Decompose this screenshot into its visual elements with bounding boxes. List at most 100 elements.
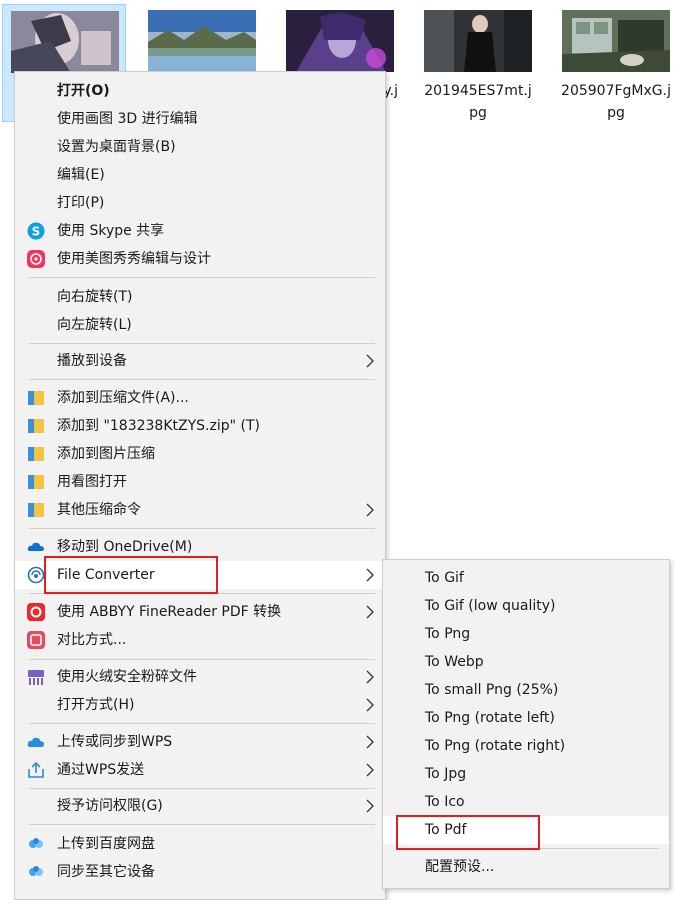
- menu-separator: [29, 659, 375, 660]
- menu-label: 向左旋转(L): [57, 317, 132, 333]
- submenu-label: To Png: [425, 626, 471, 642]
- menu-label: 添加到 "183238KtZYS.zip" (T): [57, 418, 260, 434]
- menu-separator: [29, 528, 375, 529]
- menu-item-open[interactable]: 打开(O): [15, 77, 385, 105]
- menu-label: 用看图打开: [57, 474, 127, 490]
- highlight-box-file-converter: [44, 556, 218, 594]
- menu-label: 使用画图 3D 进行编辑: [57, 111, 198, 127]
- menu-separator: [29, 824, 375, 825]
- menu-item-set-wallpaper[interactable]: 设置为桌面背景(B): [15, 133, 385, 161]
- menu-separator: [29, 343, 375, 344]
- menu-separator: [29, 379, 375, 380]
- submenu-item-to-webp[interactable]: To Webp: [383, 648, 669, 676]
- menu-item-abbyy-convert[interactable]: 使用 ABBYY FineReader PDF 转换: [15, 598, 385, 626]
- menu-label: 使用火绒安全粉碎文件: [57, 669, 197, 685]
- submenu-label: To small Png (25%): [425, 682, 559, 698]
- menu-label: 打开(O): [57, 83, 110, 99]
- menu-item-rotate-right[interactable]: 向右旋转(T): [15, 283, 385, 311]
- abbyy-icon: [27, 603, 45, 621]
- menu-item-baidu-upload[interactable]: 上传到百度网盘: [15, 830, 385, 858]
- menu-item-add-to-archive[interactable]: 添加到压缩文件(A)...: [15, 384, 385, 412]
- menu-item-wps-sync[interactable]: 上传或同步到WPS: [15, 728, 385, 756]
- meitu-icon: [27, 250, 45, 268]
- submenu-label: To Png (rotate right): [425, 738, 566, 754]
- menu-label: 同步至其它设备: [57, 864, 155, 880]
- menu-label: 上传或同步到WPS: [57, 734, 173, 750]
- menu-item-print[interactable]: 打印(P): [15, 189, 385, 217]
- highlight-box-to-pdf: [396, 815, 540, 850]
- submenu-label: To Png (rotate left): [425, 710, 555, 726]
- menu-item-edit-paint3d[interactable]: 使用画图 3D 进行编辑: [15, 105, 385, 133]
- menu-label: 使用 Skype 共享: [57, 223, 165, 239]
- menu-item-open-with-viewer[interactable]: 用看图打开: [15, 468, 385, 496]
- menu-label: 打开方式(H): [57, 697, 135, 713]
- file-converter-icon: [27, 566, 45, 584]
- skype-icon: S: [27, 222, 45, 240]
- submenu-label: To Gif: [425, 570, 464, 586]
- chevron-right-icon: [366, 698, 374, 712]
- archive-icon: [28, 419, 44, 433]
- menu-item-compare[interactable]: 对比方式...: [15, 626, 385, 654]
- menu-label: 通过WPS发送: [57, 762, 145, 778]
- chevron-right-icon: [366, 605, 374, 619]
- submenu-label: To Jpg: [425, 766, 467, 782]
- menu-item-open-with[interactable]: 打开方式(H): [15, 691, 385, 719]
- menu-item-edit[interactable]: 编辑(E): [15, 161, 385, 189]
- share-icon: [28, 761, 44, 778]
- chevron-right-icon: [366, 354, 374, 368]
- menu-item-add-image-compress[interactable]: 添加到图片压缩: [15, 440, 385, 468]
- anime-girl-thumbnail: [11, 11, 119, 73]
- menu-label: 向右旋转(T): [57, 289, 133, 305]
- menu-item-skype-share[interactable]: S 使用 Skype 共享: [15, 217, 385, 245]
- menu-label: 设置为桌面背景(B): [57, 139, 176, 155]
- submenu-item-to-gif-low[interactable]: To Gif (low quality): [383, 592, 669, 620]
- shredder-icon: [28, 670, 44, 685]
- chevron-right-icon: [366, 503, 374, 517]
- submenu-item-to-small-png[interactable]: To small Png (25%): [383, 676, 669, 704]
- menu-item-meitu[interactable]: 使用美图秀秀编辑与设计: [15, 245, 385, 273]
- submenu-item-to-ico[interactable]: To Ico: [383, 788, 669, 816]
- submenu-item-to-gif[interactable]: To Gif: [383, 564, 669, 592]
- menu-item-rotate-left[interactable]: 向左旋转(L): [15, 311, 385, 339]
- menu-item-grant-access[interactable]: 授予访问权限(G): [15, 792, 385, 820]
- file-name: 201945ES7mt.j pg: [424, 83, 532, 121]
- submenu-label: To Gif (low quality): [425, 598, 556, 614]
- purple-character-thumbnail: [286, 10, 394, 72]
- file-thumbnail-4[interactable]: 201945ES7mt.j pg: [416, 4, 540, 122]
- menu-item-wps-send[interactable]: 通过WPS发送: [15, 756, 385, 784]
- baidu-netdisk-icon: [29, 866, 43, 876]
- archive-icon: [28, 475, 44, 489]
- menu-item-cast-to-device[interactable]: 播放到设备: [15, 347, 385, 375]
- submenu-item-to-png[interactable]: To Png: [383, 620, 669, 648]
- menu-label: 打印(P): [57, 195, 105, 211]
- archive-icon: [28, 447, 44, 461]
- menu-label: 授予访问权限(G): [57, 798, 163, 814]
- submenu-label: To Ico: [425, 794, 465, 810]
- onedrive-cloud-icon: [27, 542, 44, 551]
- archive-icon: [28, 391, 44, 405]
- menu-item-shred[interactable]: 使用火绒安全粉碎文件: [15, 663, 385, 691]
- submenu-label: 配置预设...: [425, 859, 495, 875]
- chevron-right-icon: [366, 799, 374, 813]
- compare-icon: [27, 631, 45, 649]
- landscape-thumbnail: [148, 10, 256, 72]
- menu-label: 使用美图秀秀编辑与设计: [57, 251, 211, 267]
- garden-thumbnail: [562, 10, 670, 72]
- submenu-item-to-png-rotate-left[interactable]: To Png (rotate left): [383, 704, 669, 732]
- submenu-item-configure-presets[interactable]: 配置预设...: [383, 853, 669, 881]
- menu-item-sync-other-device[interactable]: 同步至其它设备: [15, 858, 385, 886]
- chevron-right-icon: [366, 735, 374, 749]
- menu-item-add-to-zip[interactable]: 添加到 "183238KtZYS.zip" (T): [15, 412, 385, 440]
- file-thumbnail-5[interactable]: 205907FgMxG.j pg: [554, 4, 678, 122]
- menu-label: 对比方式...: [57, 632, 127, 648]
- menu-separator: [29, 723, 375, 724]
- menu-label: 上传到百度网盘: [57, 836, 155, 852]
- menu-separator: [29, 277, 375, 278]
- menu-label: 编辑(E): [57, 167, 105, 183]
- menu-label: 其他压缩命令: [57, 502, 141, 518]
- submenu-item-to-png-rotate-right[interactable]: To Png (rotate right): [383, 732, 669, 760]
- menu-label: 播放到设备: [57, 353, 127, 369]
- submenu-item-to-jpg[interactable]: To Jpg: [383, 760, 669, 788]
- menu-label: 添加到压缩文件(A)...: [57, 390, 189, 406]
- menu-item-other-compress[interactable]: 其他压缩命令: [15, 496, 385, 524]
